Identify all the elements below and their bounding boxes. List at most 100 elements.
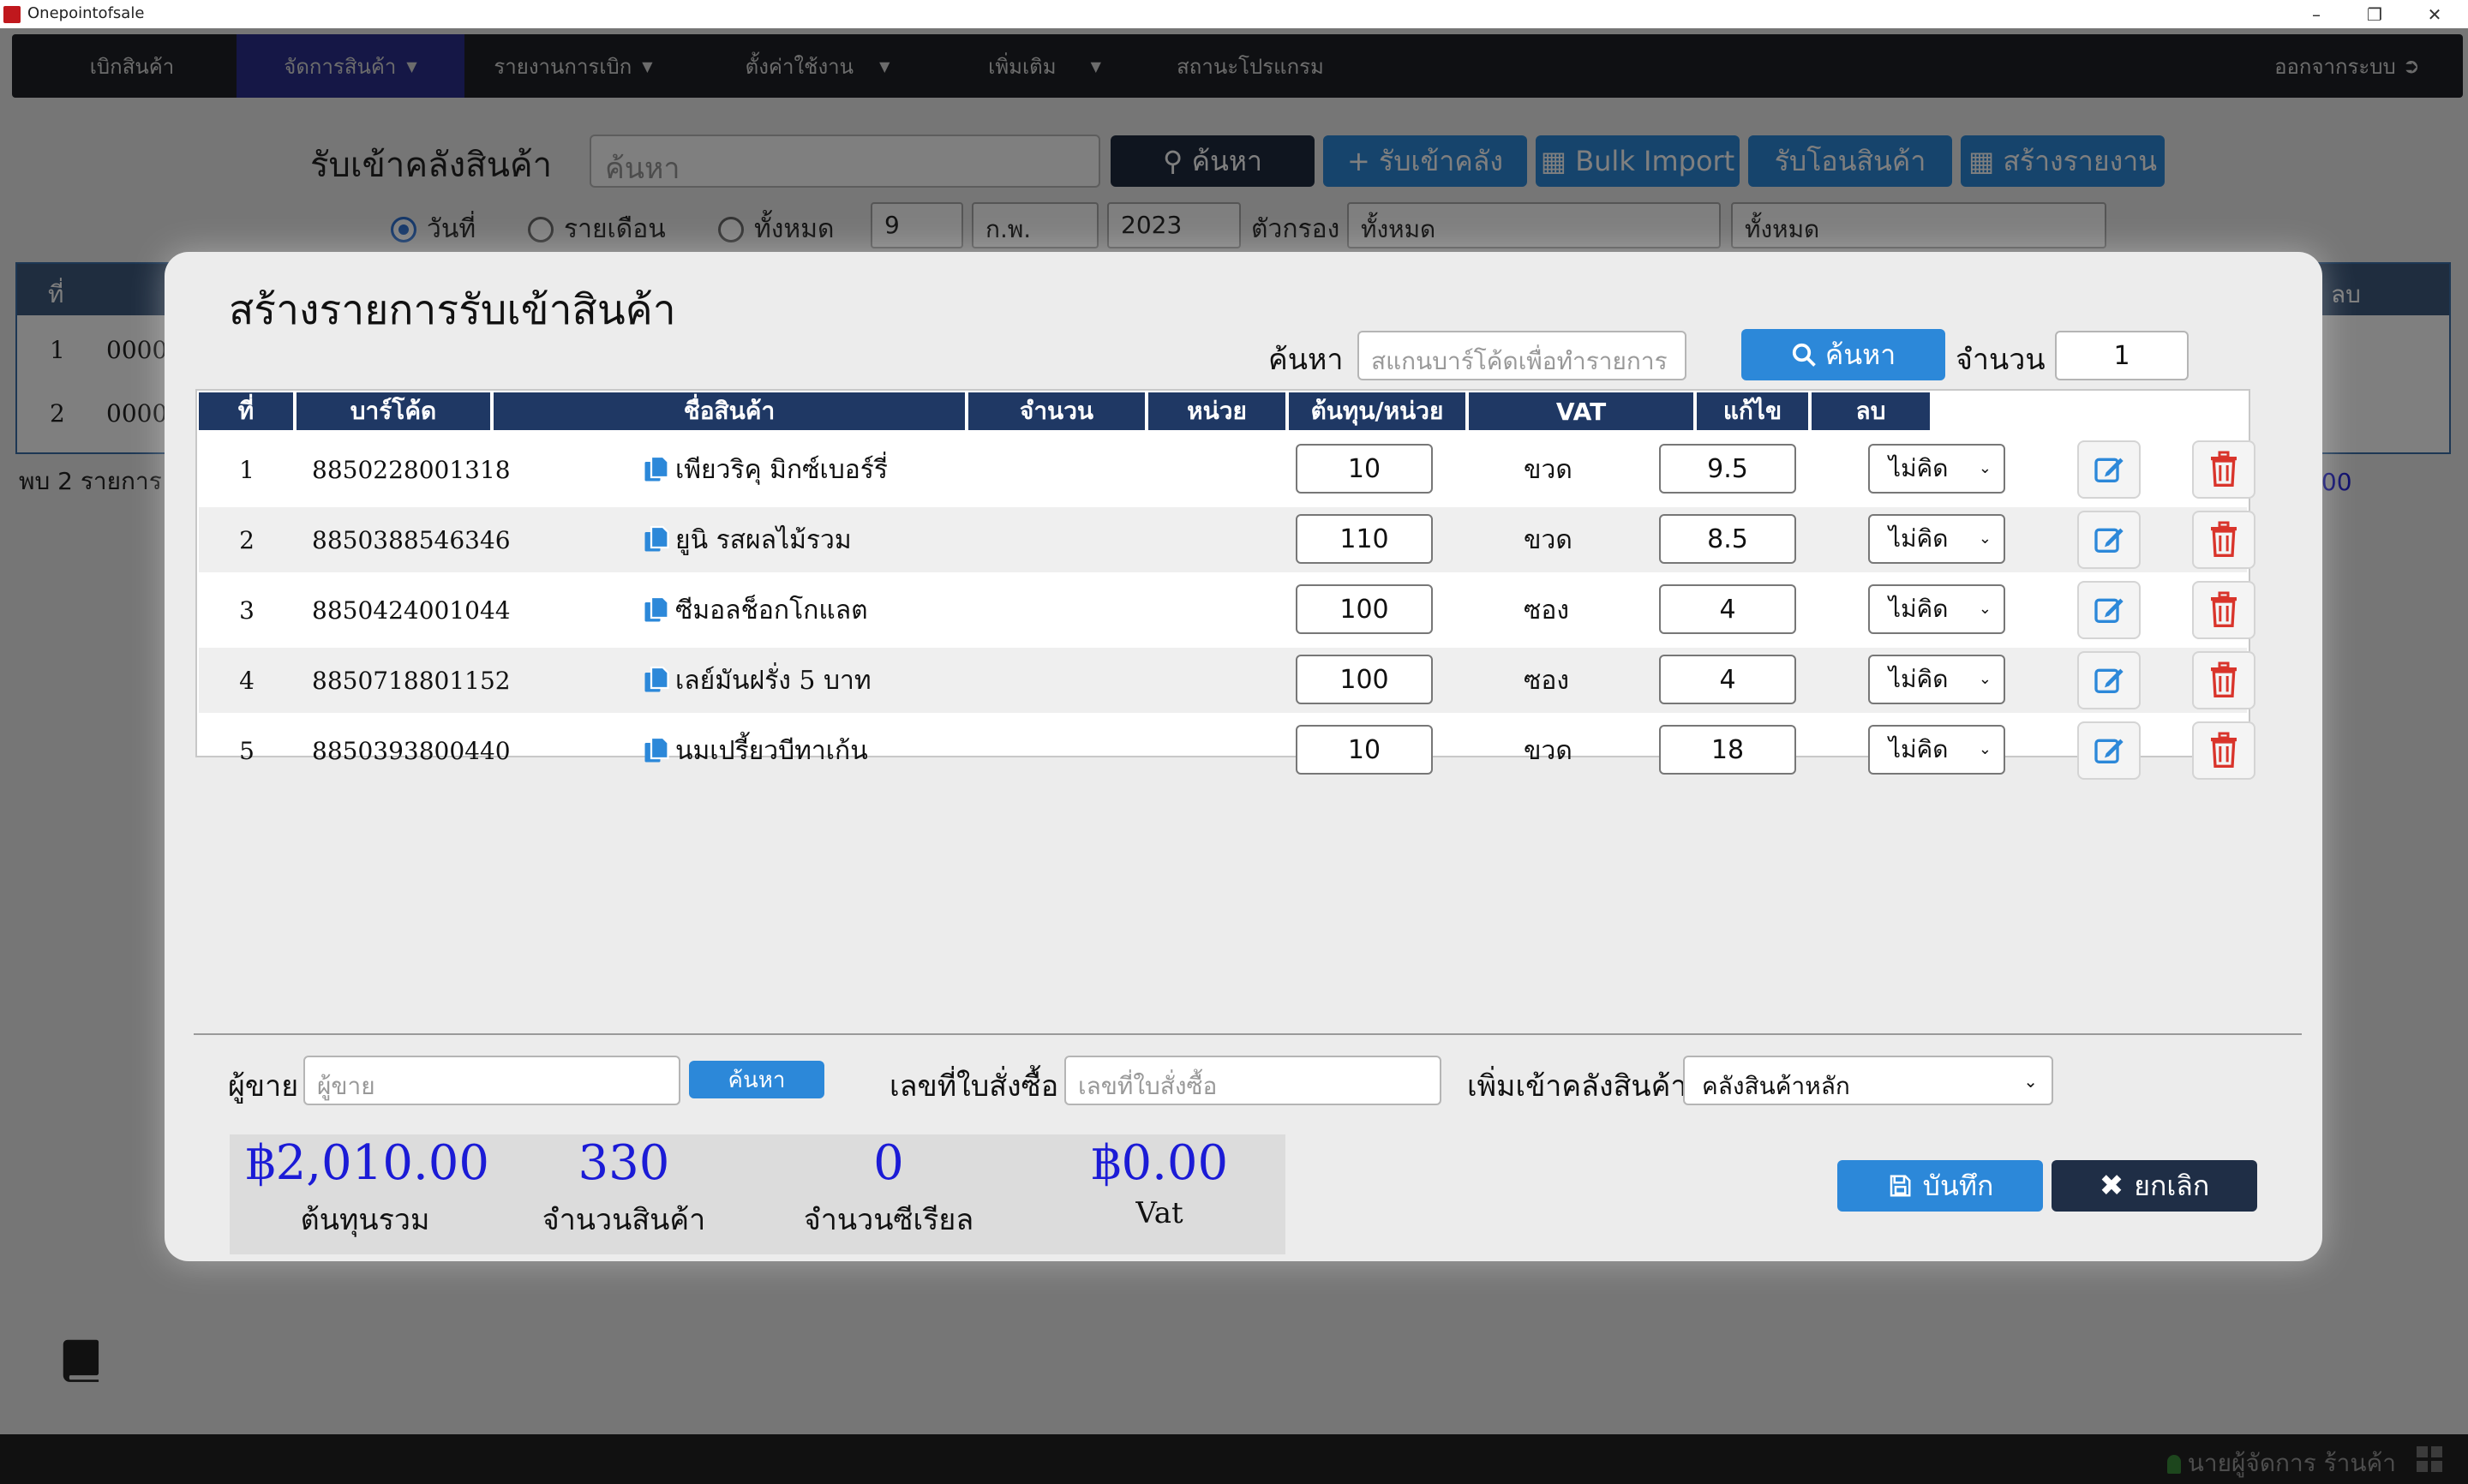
row-unit: ขวด [1524, 454, 1572, 485]
row-number: 3 [239, 595, 255, 625]
edit-icon [2094, 458, 2124, 482]
supplier-search-button[interactable]: ค้นหา [689, 1061, 824, 1098]
summary-item-count: 330 จำนวนสินค้า [542, 1135, 706, 1238]
close-icon: ✖ [2099, 1169, 2124, 1203]
edit-icon [2094, 668, 2124, 693]
row-cost-input[interactable]: 18 [1659, 725, 1796, 775]
table-row: 1 8850228001318 เพียวริคุ มิกซ์เบอร์รี่ … [199, 437, 2255, 502]
trash-icon [2211, 521, 2237, 557]
summary-total-cost: ฿2,010.00 ต้นทุนรวม [245, 1135, 490, 1238]
modal-search-button[interactable]: ค้นหา [1741, 329, 1945, 380]
row-qty-input[interactable]: 10 [1296, 725, 1433, 775]
row-product-name: ซีมอลช็อกโกแลต [675, 595, 868, 625]
trash-icon [2211, 451, 2237, 487]
summary-panel: ฿2,010.00 ต้นทุนรวม 330 จำนวนสินค้า 0 จำ… [230, 1134, 1285, 1254]
close-window-button[interactable]: ✕ [2410, 0, 2459, 28]
row-delete-button[interactable] [2192, 581, 2255, 639]
row-number: 5 [239, 736, 255, 765]
row-vat-select[interactable]: ไม่คิด ⌄ [1868, 514, 2005, 564]
row-unit: ซอง [1524, 595, 1570, 625]
row-barcode: 8850228001318 [312, 455, 511, 484]
chevron-down-icon: ⌄ [1978, 600, 1992, 618]
row-product-name: เพียวริคุ มิกซ์เบอร์รี่ [675, 454, 889, 485]
copy-icon[interactable] [641, 663, 672, 697]
row-edit-button[interactable] [2077, 440, 2141, 499]
modal-qty-input[interactable]: 1 [2055, 331, 2189, 380]
row-number: 1 [239, 455, 255, 484]
edit-icon [2094, 598, 2124, 623]
row-number: 4 [239, 666, 255, 695]
save-button[interactable]: บันทึก [1837, 1160, 2043, 1212]
col-unit: หน่วย [1148, 392, 1285, 430]
col-vat: VAT [1469, 392, 1693, 430]
summary-vat: ฿0.00 Vat [1090, 1135, 1229, 1231]
search-icon [1792, 343, 1816, 367]
row-vat-select[interactable]: ไม่คิด ⌄ [1868, 655, 2005, 704]
po-label: เลขที่ใบสั่งซื้อ [890, 1069, 1059, 1104]
row-number: 2 [239, 525, 255, 554]
col-delete: ลบ [1812, 392, 1930, 430]
floppy-disk-icon [1890, 1175, 1911, 1197]
po-input[interactable]: เลขที่ใบสั่งซื้อ [1064, 1056, 1441, 1105]
row-cost-input[interactable]: 4 [1659, 584, 1796, 634]
chevron-down-icon: ⌄ [1978, 670, 1992, 688]
table-row: 3 8850424001044 ซีมอลช็อกโกแลต 100 ซอง 4… [199, 577, 2255, 643]
row-cost-input[interactable]: 9.5 [1659, 444, 1796, 494]
row-edit-button[interactable] [2077, 721, 2141, 780]
row-qty-input[interactable]: 110 [1296, 514, 1433, 564]
chevron-down-icon: ⌄ [1978, 740, 1992, 758]
table-row: 5 8850393800440 นมเปรี้ยวบีทาเก้น 10 ขวด… [199, 718, 2255, 783]
row-delete-button[interactable] [2192, 440, 2255, 499]
window-titlebar: Onepointofsale – ❐ ✕ [0, 0, 2468, 28]
row-cost-input[interactable]: 8.5 [1659, 514, 1796, 564]
row-vat-select[interactable]: ไม่คิด ⌄ [1868, 444, 2005, 494]
create-receive-modal: สร้างรายการรับเข้าสินค้า ค้นหา สแกนบาร์โ… [165, 252, 2322, 1261]
warehouse-label: เพิ่มเข้าคลังสินค้า [1467, 1069, 1687, 1104]
copy-icon[interactable] [641, 452, 672, 487]
row-edit-button[interactable] [2077, 651, 2141, 709]
chevron-down-icon: ⌄ [1978, 459, 1992, 477]
modal-divider [194, 1033, 2302, 1035]
warehouse-select[interactable]: คลังสินค้าหลัก ⌄ [1683, 1056, 2053, 1105]
row-qty-input[interactable]: 100 [1296, 655, 1433, 704]
modal-title: สร้างรายการรับเข้าสินค้า [229, 286, 676, 334]
supplier-input[interactable]: ผู้ขาย [303, 1056, 680, 1105]
row-edit-button[interactable] [2077, 581, 2141, 639]
table-row: 2 8850388546346 ยูนิ รสผลไม้รวม 110 ขวด … [199, 507, 2255, 572]
row-delete-button[interactable] [2192, 511, 2255, 569]
supplier-label: ผู้ขาย [228, 1069, 299, 1104]
trash-icon [2211, 591, 2237, 627]
row-unit: ซอง [1524, 665, 1570, 696]
barcode-search-input[interactable]: สแกนบาร์โค้ดเพื่อทำรายการ [1357, 331, 1686, 380]
col-cost: ต้นทุน/หน่วย [1289, 392, 1465, 430]
trash-icon [2211, 732, 2237, 768]
chevron-down-icon: ⌄ [2023, 1071, 2038, 1092]
modal-search-label: ค้นหา [1268, 343, 1344, 377]
copy-icon[interactable] [641, 523, 672, 557]
col-no: ที่ [199, 392, 293, 430]
row-delete-button[interactable] [2192, 651, 2255, 709]
col-edit: แก้ไข [1697, 392, 1808, 430]
chevron-down-icon: ⌄ [1978, 530, 1992, 548]
copy-icon[interactable] [641, 593, 672, 627]
row-product-name: นมเปรี้ยวบีทาเก้น [675, 735, 868, 766]
minimize-button[interactable]: – [2291, 0, 2341, 28]
copy-icon[interactable] [641, 733, 672, 768]
summary-serial-count: 0 จำนวนซีเรียล [803, 1135, 974, 1238]
row-edit-button[interactable] [2077, 511, 2141, 569]
row-delete-button[interactable] [2192, 721, 2255, 780]
modal-qty-label: จำนวน [1956, 343, 2046, 377]
row-unit: ขวด [1524, 735, 1572, 766]
row-cost-input[interactable]: 4 [1659, 655, 1796, 704]
row-vat-select[interactable]: ไม่คิด ⌄ [1868, 584, 2005, 634]
row-qty-input[interactable]: 10 [1296, 444, 1433, 494]
row-barcode: 8850388546346 [312, 525, 511, 554]
row-vat-select[interactable]: ไม่คิด ⌄ [1868, 725, 2005, 775]
restore-button[interactable]: ❐ [2350, 0, 2399, 28]
trash-icon [2211, 661, 2237, 697]
cancel-button[interactable]: ✖ ยกเลิก [2052, 1160, 2257, 1212]
row-barcode: 8850424001044 [312, 595, 511, 625]
row-qty-input[interactable]: 100 [1296, 584, 1433, 634]
app-icon [3, 6, 21, 23]
row-barcode: 8850718801152 [312, 666, 511, 695]
